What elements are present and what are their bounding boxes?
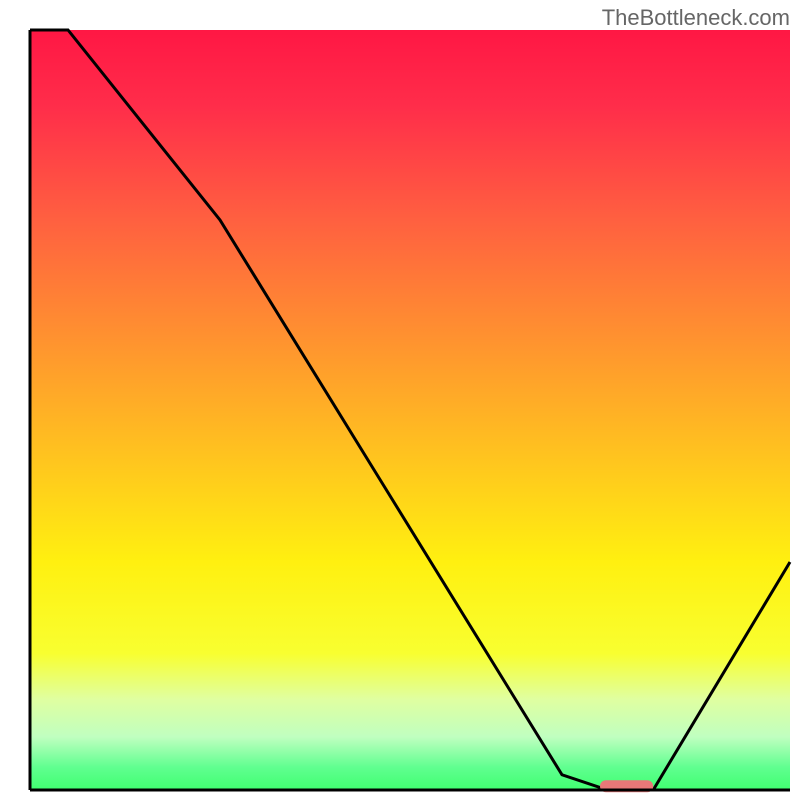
chart-container: TheBottleneck.com xyxy=(0,0,800,800)
plot-area xyxy=(30,30,790,792)
chart-svg xyxy=(0,0,800,800)
gradient-background xyxy=(30,30,790,790)
watermark-text: TheBottleneck.com xyxy=(602,5,790,31)
